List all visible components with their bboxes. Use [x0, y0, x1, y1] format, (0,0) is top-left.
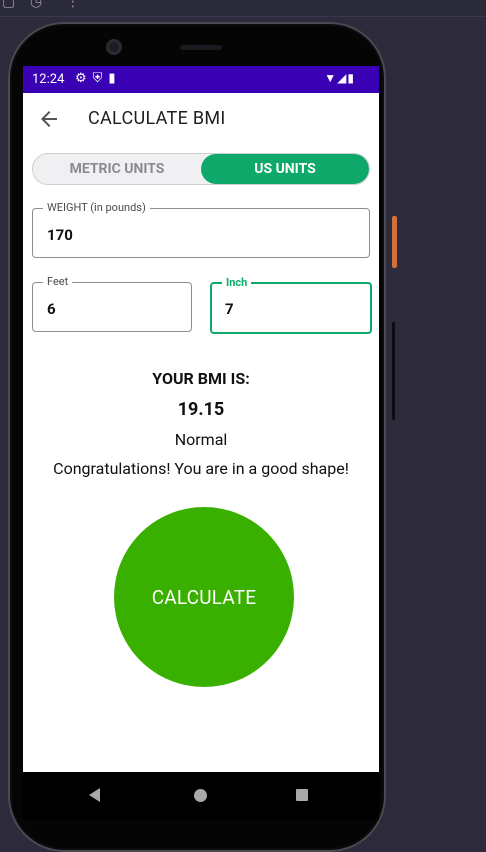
inch-field[interactable]: Inch 7 — [210, 276, 372, 334]
tab-metric-units[interactable]: METRIC UNITS — [33, 154, 201, 184]
settings-icon: ⚙ — [75, 71, 93, 86]
weight-label: WEIGHT (in pounds) — [43, 201, 150, 214]
feet-field[interactable]: Feet 6 — [32, 275, 192, 332]
status-right-icons: ▼◢▮ — [324, 71, 355, 85]
bmi-value: 19.15 — [177, 399, 225, 420]
tab-us-units[interactable]: US UNITS — [201, 154, 369, 184]
volume-button[interactable] — [392, 322, 395, 420]
nav-home-icon[interactable] — [194, 789, 207, 802]
power-button[interactable] — [392, 216, 397, 268]
sd-card-icon: ▮ — [108, 71, 122, 86]
feet-value[interactable]: 6 — [47, 300, 56, 318]
status-bar: 12:24 ⚙⛨▮ ▼◢▮ — [23, 66, 379, 93]
bmi-result-heading: YOUR BMI IS: — [152, 369, 250, 388]
more-menu-icon[interactable]: ⋮ — [66, 0, 80, 10]
shield-icon: ⛨ — [92, 71, 109, 86]
front-camera-icon — [106, 39, 122, 55]
calculate-button[interactable]: CALCULATE — [114, 507, 294, 687]
host-toolbar-icon-1[interactable]: ▢ — [2, 0, 15, 10]
status-time: 12:24 — [32, 72, 65, 87]
battery-icon: ▮ — [347, 71, 355, 85]
history-icon[interactable]: ◷ — [30, 0, 42, 10]
bmi-category: Normal — [174, 430, 228, 449]
wifi-icon: ▼ — [324, 71, 338, 85]
signal-icon: ◢ — [337, 71, 348, 85]
page-title: CALCULATE BMI — [88, 108, 226, 129]
nav-back-icon[interactable] — [89, 788, 100, 802]
app-screen: 12:24 ⚙⛨▮ ▼◢▮ CALCULATE BMI METRIC UNITS… — [23, 66, 379, 772]
nav-recents-icon[interactable] — [296, 789, 308, 801]
weight-field[interactable]: WEIGHT (in pounds) 170 — [32, 201, 370, 258]
units-toggle: METRIC UNITS US UNITS — [32, 153, 370, 185]
status-left-icons: ⚙⛨▮ — [75, 71, 122, 86]
feet-label: Feet — [43, 275, 73, 288]
inch-label: Inch — [222, 276, 252, 289]
host-toolbar: ▢ ◷ ⋮ — [0, 0, 486, 17]
bmi-message: Congratulations! You are in a good shape… — [53, 459, 349, 478]
earpiece-speaker — [180, 45, 222, 50]
system-nav-bar — [23, 772, 379, 820]
back-arrow-icon[interactable] — [37, 107, 61, 131]
weight-value[interactable]: 170 — [47, 226, 73, 244]
app-bar: CALCULATE BMI — [23, 93, 379, 147]
inch-value[interactable]: 7 — [225, 300, 234, 318]
